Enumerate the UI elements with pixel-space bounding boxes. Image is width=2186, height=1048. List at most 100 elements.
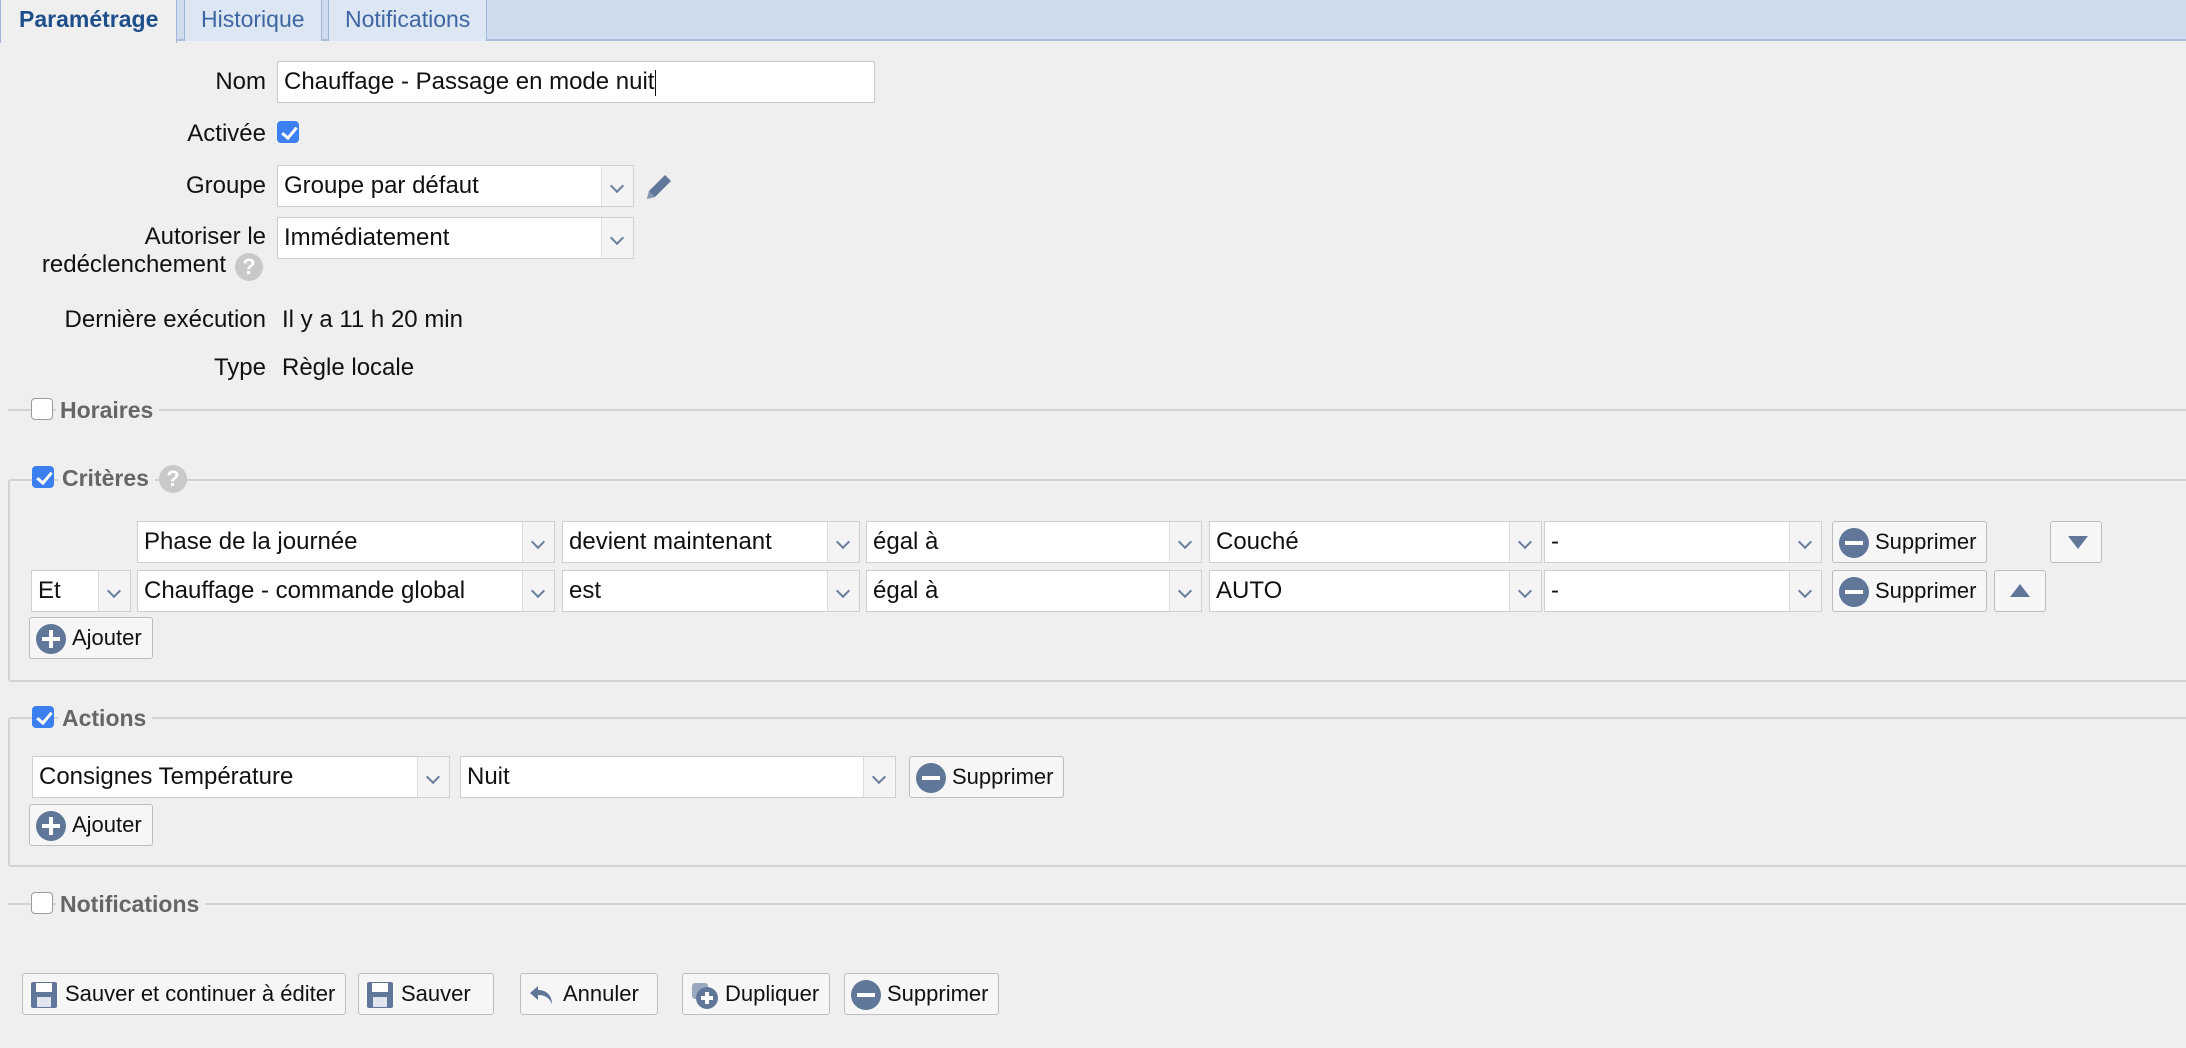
criterion-2-connector-select[interactable]: Et xyxy=(31,570,131,612)
criterion-1-value-select[interactable]: Couché xyxy=(1209,521,1542,563)
criterion-1-event-value: devient maintenant xyxy=(569,528,772,555)
plus-circle-icon xyxy=(36,624,66,654)
horaires-checkbox[interactable] xyxy=(31,398,53,420)
criterion-2-delete-label: Supprimer xyxy=(1875,578,1977,603)
chevron-down-icon[interactable] xyxy=(98,571,130,611)
type-value: Règle locale xyxy=(282,354,415,381)
notifications-legend: Notifications xyxy=(56,890,206,918)
chevron-down-icon[interactable] xyxy=(522,522,554,562)
group-label: Groupe xyxy=(185,172,266,199)
cancel-label: Annuler xyxy=(563,981,639,1006)
criterion-2-value-select[interactable]: AUTO xyxy=(1209,570,1542,612)
chevron-down-icon[interactable] xyxy=(601,166,633,206)
horaires-legend: Horaires xyxy=(56,396,160,424)
actions-checkbox[interactable] xyxy=(32,706,54,728)
action-1-target-value: Consignes Température xyxy=(39,763,294,790)
duplicate-button[interactable]: Dupliquer xyxy=(682,973,831,1015)
notifications-divider xyxy=(8,903,2186,905)
chevron-down-icon[interactable] xyxy=(417,757,449,797)
retrigger-label-line1: Autoriser le xyxy=(144,223,266,250)
criterion-2-field-select[interactable]: Chauffage - commande global xyxy=(137,570,555,612)
criterion-1-field-value: Phase de la journée xyxy=(144,528,358,555)
chevron-down-icon[interactable] xyxy=(827,522,859,562)
chevron-down-icon[interactable] xyxy=(1509,571,1541,611)
chevron-down-icon[interactable] xyxy=(1789,522,1821,562)
duplicate-label: Dupliquer xyxy=(725,981,820,1006)
criterion-2-operator-select[interactable]: égal à xyxy=(866,570,1202,612)
help-icon[interactable]: ? xyxy=(235,253,263,281)
criterion-1-extra-select[interactable]: - xyxy=(1544,521,1822,563)
criteres-checkbox[interactable] xyxy=(32,466,54,488)
criteria-add-label: Ajouter xyxy=(72,625,142,650)
help-icon[interactable]: ? xyxy=(159,465,187,493)
criterion-2-extra-value: - xyxy=(1551,577,1559,604)
actions-add-button[interactable]: Ajouter xyxy=(29,804,153,846)
group-select[interactable]: Groupe par défaut xyxy=(277,165,634,207)
minus-circle-icon xyxy=(851,980,881,1010)
minus-circle-icon xyxy=(916,763,946,793)
save-button[interactable]: Sauver xyxy=(358,973,494,1015)
undo-icon xyxy=(530,986,552,1004)
save-label: Sauver xyxy=(401,981,471,1006)
minus-circle-icon xyxy=(1839,528,1869,558)
enabled-label: Activée xyxy=(187,120,266,147)
criterion-2-operator-value: égal à xyxy=(873,577,939,604)
name-input[interactable]: Chauffage - Passage en mode nuit xyxy=(277,61,875,103)
tab-notifications[interactable]: Notifications xyxy=(328,0,488,41)
actions-add-label: Ajouter xyxy=(72,812,142,837)
text-caret xyxy=(655,69,657,96)
action-1-target-select[interactable]: Consignes Température xyxy=(32,756,450,798)
name-label: Nom xyxy=(215,68,266,95)
delete-label: Supprimer xyxy=(887,981,989,1006)
criterion-1-field-select[interactable]: Phase de la journée xyxy=(137,521,555,563)
tab-historique[interactable]: Historique xyxy=(184,0,322,41)
criterion-2-field-value: Chauffage - commande global xyxy=(144,577,466,604)
type-label: Type xyxy=(213,354,266,381)
enabled-checkbox[interactable] xyxy=(277,121,299,143)
criterion-1-delete-button[interactable]: Supprimer xyxy=(1832,521,1988,563)
notifications-checkbox[interactable] xyxy=(31,892,53,914)
delete-button[interactable]: Supprimer xyxy=(844,973,1000,1015)
criterion-2-event-select[interactable]: est xyxy=(562,570,860,612)
last-exec-label: Dernière exécution xyxy=(64,306,266,333)
triangle-up-icon xyxy=(2010,584,2030,597)
chevron-down-icon[interactable] xyxy=(1789,571,1821,611)
minus-circle-icon xyxy=(1839,577,1869,607)
save-continue-button[interactable]: Sauver et continuer à éditer xyxy=(22,973,347,1015)
action-1-delete-button[interactable]: Supprimer xyxy=(909,756,1065,798)
cancel-button[interactable]: Annuler xyxy=(520,973,658,1015)
plus-circle-icon xyxy=(36,811,66,841)
criteria-add-button[interactable]: Ajouter xyxy=(29,617,153,659)
triangle-down-icon xyxy=(2068,536,2088,549)
chevron-down-icon[interactable] xyxy=(863,757,895,797)
move-up-button[interactable] xyxy=(1994,570,2046,612)
criterion-2-connector-value: Et xyxy=(38,577,61,604)
tab-bar: Paramétrage Historique Notifications xyxy=(0,0,2186,43)
chevron-down-icon[interactable] xyxy=(1169,571,1201,611)
chevron-down-icon[interactable] xyxy=(1169,522,1201,562)
criterion-2-delete-button[interactable]: Supprimer xyxy=(1832,570,1988,612)
save-continue-label: Sauver et continuer à éditer xyxy=(65,981,336,1006)
chevron-down-icon[interactable] xyxy=(601,218,633,258)
criterion-1-delete-label: Supprimer xyxy=(1875,529,1977,554)
retrigger-label-line2: redéclenchement xyxy=(41,251,226,278)
last-exec-value: Il y a 11 h 20 min xyxy=(282,306,463,333)
criterion-1-operator-value: égal à xyxy=(873,528,939,555)
criterion-1-value-value: Couché xyxy=(1216,528,1299,555)
criterion-1-event-select[interactable]: devient maintenant xyxy=(562,521,860,563)
pencil-icon[interactable] xyxy=(642,170,676,204)
move-down-button[interactable] xyxy=(2050,521,2102,563)
horaires-divider xyxy=(8,409,2186,411)
chevron-down-icon[interactable] xyxy=(522,571,554,611)
retrigger-select[interactable]: Immédiatement xyxy=(277,217,634,259)
criteres-legend: Critères xyxy=(58,464,155,492)
name-input-value: Chauffage - Passage en mode nuit xyxy=(284,68,655,95)
retrigger-select-value: Immédiatement xyxy=(284,224,450,251)
floppy-disk-icon xyxy=(367,982,393,1008)
chevron-down-icon[interactable] xyxy=(1509,522,1541,562)
chevron-down-icon[interactable] xyxy=(827,571,859,611)
tab-parametrage[interactable]: Paramétrage xyxy=(0,0,178,43)
action-1-value-select[interactable]: Nuit xyxy=(460,756,896,798)
criterion-1-operator-select[interactable]: égal à xyxy=(866,521,1202,563)
criterion-2-extra-select[interactable]: - xyxy=(1544,570,1822,612)
